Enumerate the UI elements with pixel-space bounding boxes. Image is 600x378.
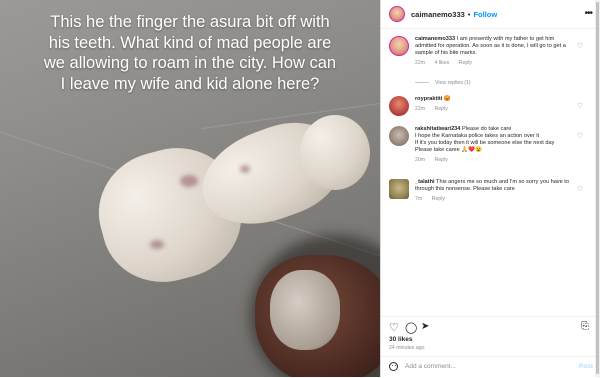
comment-input[interactable]: Add a comment... <box>405 363 456 370</box>
post-header: caimanemo333 • Follow ••• <box>381 0 600 29</box>
comment-meta: 20m Reply <box>415 157 575 164</box>
ellipsis-icon[interactable]: ••• <box>584 8 592 19</box>
scrollbar[interactable] <box>595 0 600 377</box>
separator-dot: • <box>467 9 471 19</box>
comment-time: 20m <box>415 157 426 163</box>
comment-meta: 22m Reply <box>415 106 575 113</box>
heart-icon[interactable]: ♡ <box>577 185 583 193</box>
heart-icon[interactable]: ♡ <box>577 102 583 110</box>
comments-panel: caimanemo333 • Follow ••• caimanemo333 I… <box>380 0 600 377</box>
comment-meta: 22m 4 likes Reply <box>415 60 575 67</box>
comment-body: rakshitatiwari234 Please do take care I … <box>415 126 575 171</box>
avatar[interactable] <box>389 6 405 22</box>
comment-body: caimanemo333 I am presently with my fath… <box>415 36 575 67</box>
comment-body: _talathi This angers me so much and I'm … <box>415 179 575 203</box>
comment-username[interactable]: rakshitatiwari234 <box>415 126 460 132</box>
comment-text: 😡 <box>443 96 451 102</box>
comment-time: 22m <box>415 106 426 112</box>
comment-meta: 7m Reply <box>415 196 575 203</box>
author-username[interactable]: caimanemo333 <box>411 10 465 19</box>
comment-list: caimanemo333 I am presently with my fath… <box>381 28 600 326</box>
divider <box>415 82 429 84</box>
comment-likes[interactable]: 4 likes <box>435 60 450 66</box>
like-heart-icon[interactable]: ♡ <box>389 321 399 334</box>
scrollbar-thumb[interactable] <box>596 2 599 374</box>
emoji-icon[interactable] <box>389 362 398 371</box>
posted-time: 24 minutes ago <box>389 345 425 351</box>
post-button[interactable]: Post <box>579 363 593 370</box>
comment-icon[interactable]: ◯ <box>405 321 417 334</box>
comment-text: This angers me so much and I'm so sorry … <box>415 179 569 192</box>
bandage <box>300 115 370 190</box>
avatar[interactable] <box>389 96 409 116</box>
add-comment-bar: Add a comment... Post <box>381 356 600 378</box>
blood-stain <box>240 165 250 173</box>
reply-button[interactable]: Reply <box>432 196 445 202</box>
comment-username[interactable]: roypraktiti <box>415 96 442 102</box>
heart-icon[interactable]: ♡ <box>577 42 583 50</box>
comment-time: 7m <box>415 196 423 202</box>
post-modal: This he the finger the asura bit off wit… <box>0 0 600 377</box>
post-photo: This he the finger the asura bit off wit… <box>0 0 380 377</box>
photo-caption: This he the finger the asura bit off wit… <box>43 13 337 93</box>
comment-username[interactable]: _talathi <box>415 179 435 185</box>
blood-stain <box>150 240 164 249</box>
avatar[interactable] <box>389 126 409 146</box>
bookmark-icon[interactable]: ⎘ <box>581 321 589 332</box>
view-replies-label[interactable]: View replies (1) <box>435 80 471 86</box>
bandage-lower <box>270 270 340 350</box>
comment-body: roypraktiti 😡 22m Reply <box>415 96 575 113</box>
reply-button[interactable]: Reply <box>459 60 472 66</box>
blood-stain <box>180 175 198 187</box>
view-replies-link[interactable]: View replies (1) <box>415 80 471 86</box>
action-bar: ♡ ◯ ➤ ⎘ <box>381 316 600 337</box>
avatar[interactable] <box>389 36 409 56</box>
comment-username[interactable]: caimanemo333 <box>415 36 455 42</box>
follow-button[interactable]: Follow <box>473 10 497 19</box>
reply-button[interactable]: Reply <box>435 106 448 112</box>
comment-time: 22m <box>415 60 426 66</box>
heart-icon[interactable]: ♡ <box>577 132 583 140</box>
avatar[interactable] <box>389 179 409 199</box>
reply-button[interactable]: Reply <box>435 157 448 163</box>
likes-count[interactable]: 30 likes <box>389 336 413 343</box>
share-icon[interactable]: ➤ <box>421 321 429 332</box>
